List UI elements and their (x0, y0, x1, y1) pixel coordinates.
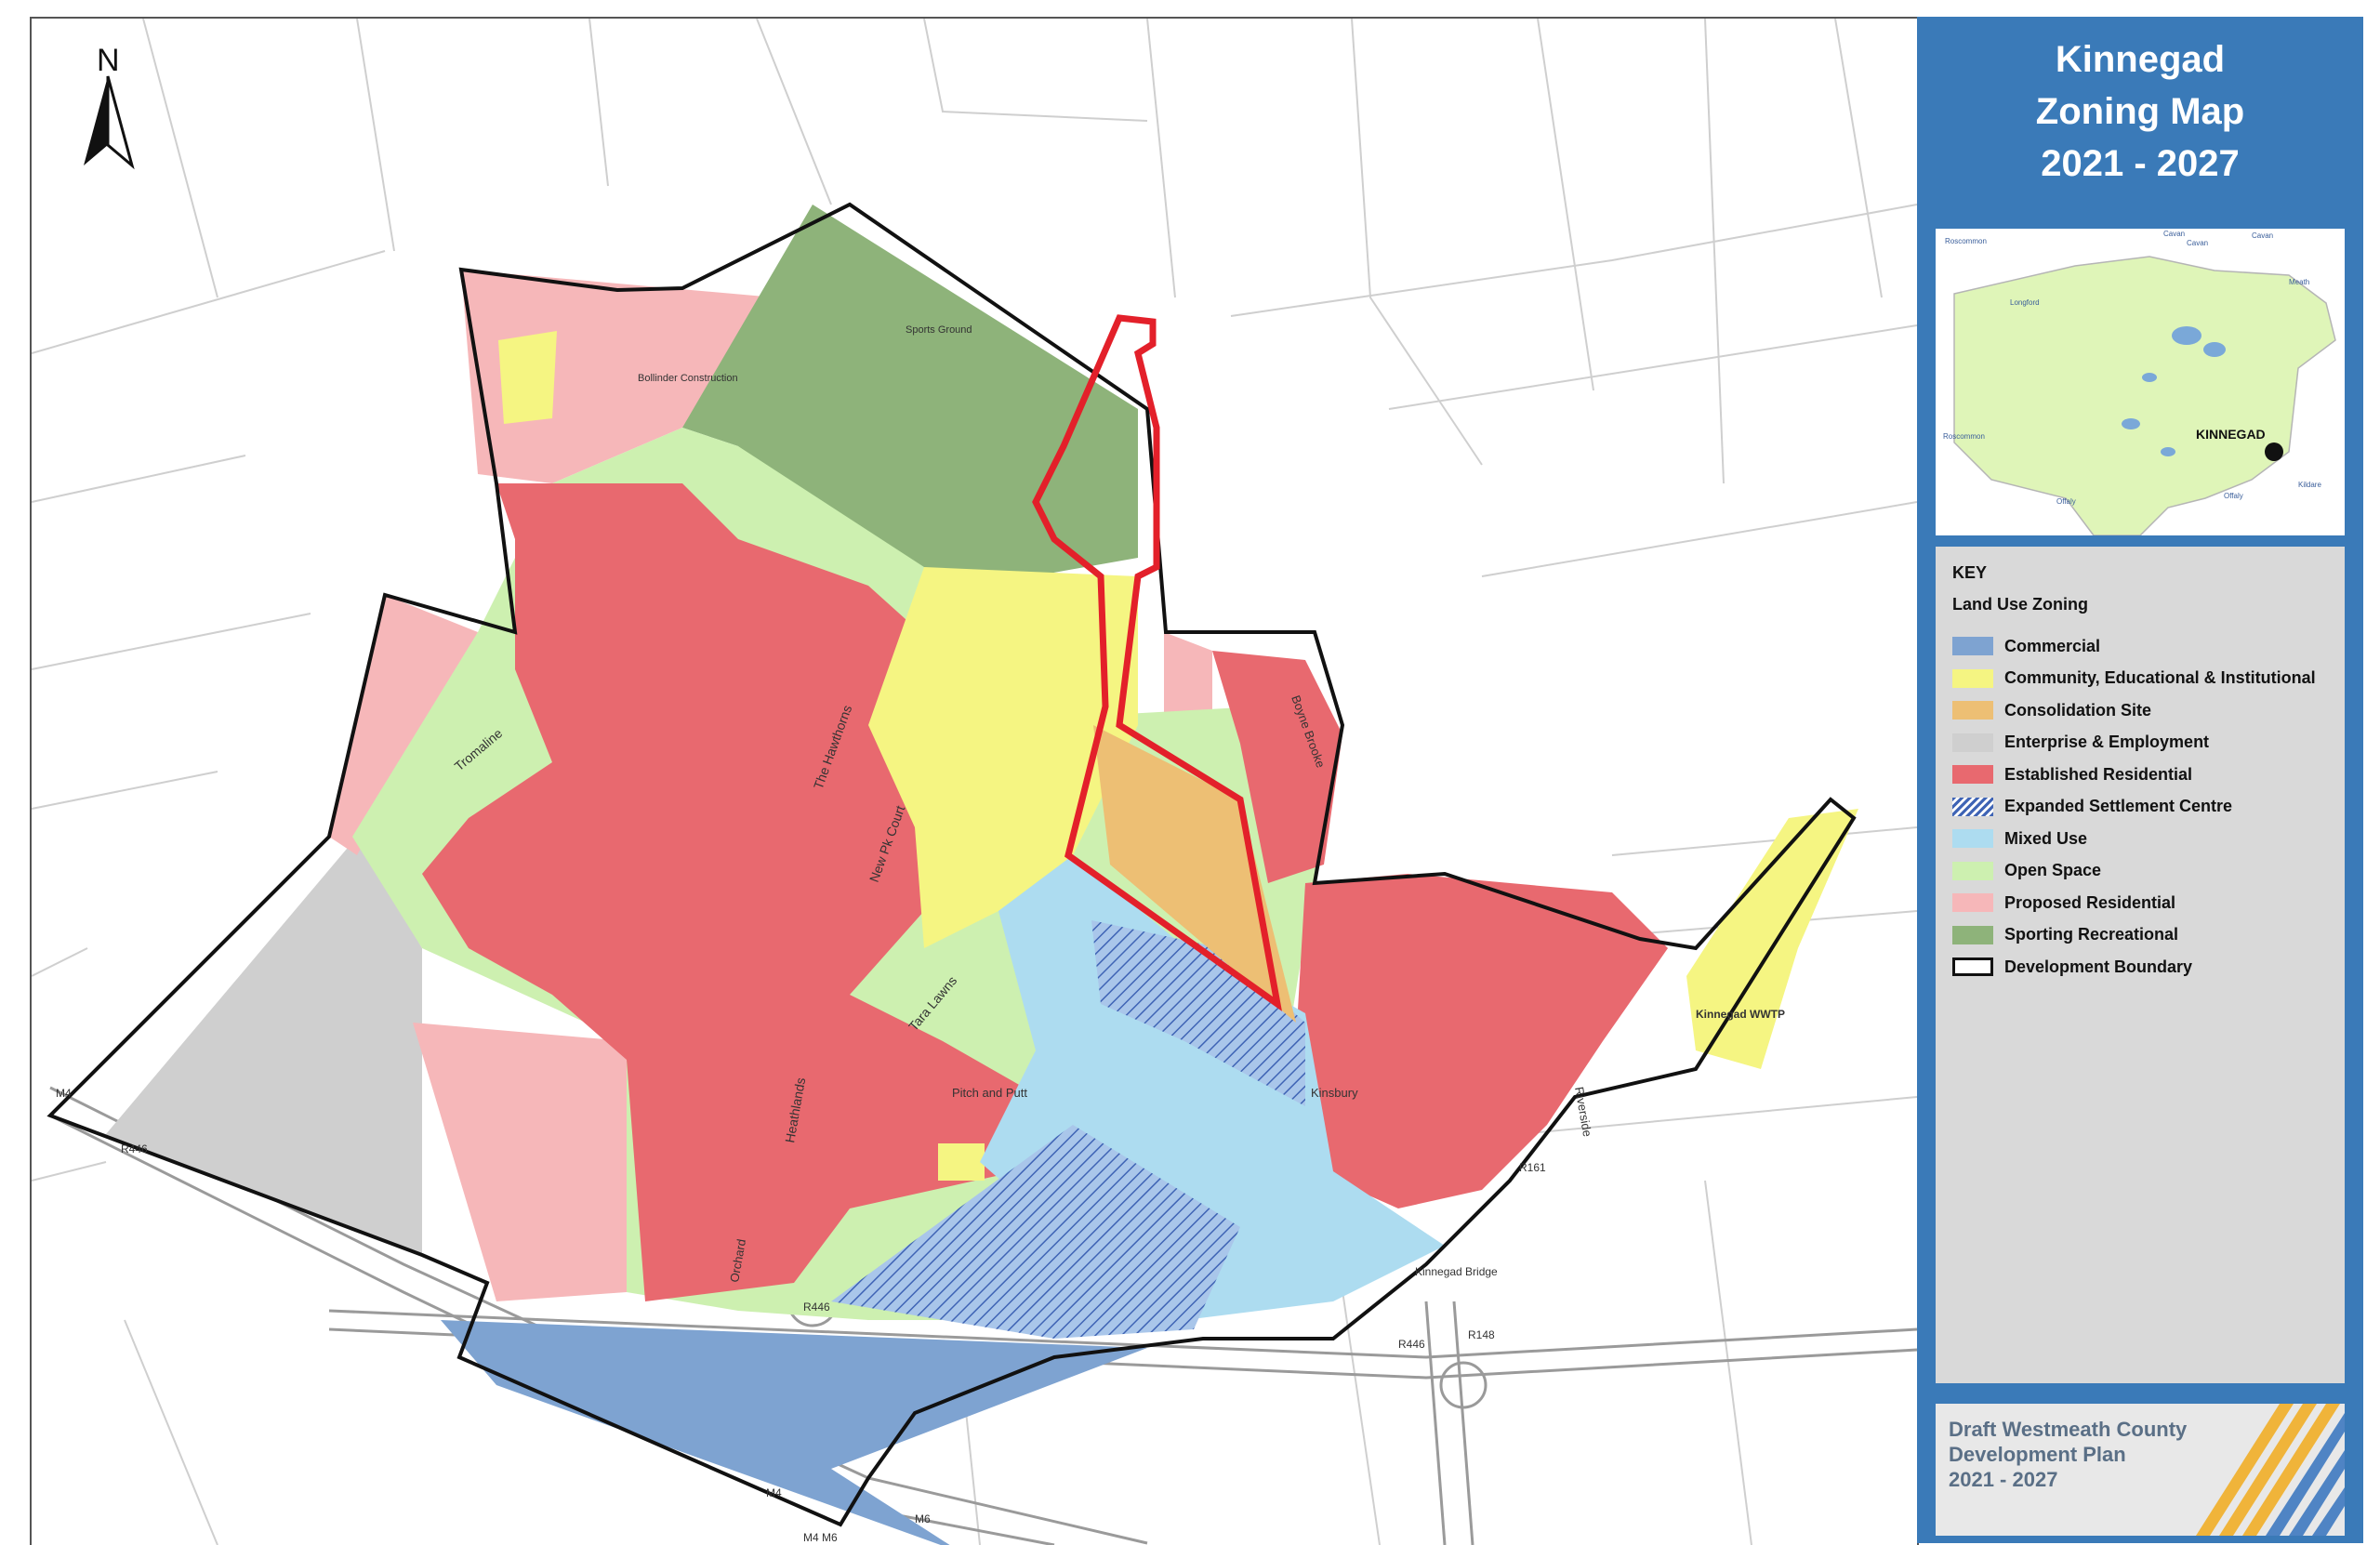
swatch-expanded-settlement (1952, 797, 1993, 816)
swatch-sporting (1952, 925, 1993, 944)
key-item-development-boundary[interactable]: Development Boundary (1952, 951, 2316, 984)
key-list: Commercial Community, Educational & Inst… (1952, 630, 2316, 984)
label-m6: M6 (915, 1512, 931, 1525)
swatch-mixed-use (1952, 829, 1993, 849)
zone-proposed-residential-sw[interactable] (413, 1023, 627, 1301)
label-r148: R148 (1468, 1328, 1495, 1341)
label-r161: R161 (1519, 1161, 1546, 1174)
swatch-consolidation (1952, 701, 1993, 720)
inset-map-canvas: KINNEGAD Roscommon Cavan Cavan Cavan Lon… (1936, 229, 2345, 536)
label-sports-ground: Sports Ground (906, 324, 972, 336)
inset-label-offaly2: Offaly (2224, 492, 2243, 500)
inset-town-label: KINNEGAD (2196, 427, 2266, 442)
inset-label-roscommon2: Roscommon (1943, 432, 1985, 441)
key-label: Commercial (2004, 636, 2101, 655)
label-m4-west: M4 (56, 1087, 72, 1100)
key-label: Sporting Recreational (2004, 925, 2179, 944)
key-label: Expanded Settlement Centre (2004, 797, 2233, 816)
title-line-2: Zoning Map (2035, 91, 2245, 132)
label-r446-west: R446 (803, 1301, 830, 1314)
key-subheading: Land Use Zoning (1952, 595, 2088, 614)
key-item-established-residential[interactable]: Established Residential (1952, 759, 2316, 791)
inset-town-marker (2265, 442, 2283, 461)
label-r446-mid: R446 (1398, 1338, 1425, 1351)
key-label: Community, Educational & Institutional (2004, 668, 2316, 688)
zoning-map[interactable]: Sports Ground Bollinder Construction Tro… (30, 17, 1919, 1545)
inset-label-longford: Longford (2010, 298, 2040, 307)
key-label: Enterprise & Employment (2004, 733, 2210, 752)
key-item-commercial[interactable]: Commercial (1952, 630, 2316, 663)
key-item-consolidation[interactable]: Consolidation Site (1952, 694, 2316, 727)
key-item-mixed-use[interactable]: Mixed Use (1952, 823, 2316, 855)
key-item-enterprise[interactable]: Enterprise & Employment (1952, 727, 2316, 759)
swatch-enterprise (1952, 733, 1993, 752)
inset-label-roscommon: Roscommon (1945, 237, 1987, 245)
swatch-community (1952, 668, 1993, 688)
map-canvas[interactable]: Sports Ground Bollinder Construction Tro… (32, 19, 1917, 1545)
title-line-3: 2021 - 2027 (2041, 143, 2240, 184)
swatch-established-residential (1952, 765, 1993, 785)
zone-enterprise-employment[interactable] (50, 837, 422, 1255)
north-arrow: N (80, 43, 145, 173)
key-item-sporting[interactable]: Sporting Recreational (1952, 919, 2316, 952)
plan-branding: Draft Westmeath County Development Plan … (1936, 1404, 2345, 1536)
inset-label-offaly: Offaly (2056, 497, 2076, 506)
label-m4-m6: M4 M6 (803, 1531, 838, 1544)
brand-stripes-graphic (2196, 1404, 2345, 1536)
inset-label-meath: Meath (2289, 278, 2309, 286)
swatch-open-space (1952, 861, 1993, 880)
zone-community-wwtp[interactable] (1686, 809, 1858, 1069)
key-item-expanded-settlement[interactable]: Expanded Settlement Centre (1952, 791, 2316, 824)
label-bollinder: Bollinder Construction (638, 373, 738, 384)
key-item-proposed-residential[interactable]: Proposed Residential (1952, 887, 2316, 919)
map-title: Kinnegad Zoning Map 2021 - 2027 (1917, 33, 2363, 190)
map-key: KEY Land Use Zoning Commercial Community… (1936, 547, 2345, 1383)
inset-label-kildare: Kildare (2298, 481, 2321, 489)
inset-label-cavan: Cavan (2163, 230, 2185, 238)
label-kinnegad-bridge: Kinnegad Bridge (1415, 1265, 1498, 1278)
north-arrow-icon (84, 75, 135, 170)
key-label: Proposed Residential (2004, 892, 2176, 912)
inset-label-cavan3: Cavan (2252, 231, 2273, 240)
key-item-community[interactable]: Community, Educational & Institutional (1952, 663, 2316, 695)
swatch-development-boundary (1952, 957, 1993, 977)
label-m4-south: M4 (766, 1486, 782, 1499)
zone-established-residential-east[interactable] (1296, 874, 1668, 1208)
inset-label-cavan2: Cavan (2187, 239, 2208, 247)
label-kinsbury: Kinsbury (1311, 1086, 1358, 1100)
key-label: Open Space (2004, 861, 2102, 880)
key-label: Mixed Use (2004, 828, 2088, 848)
label-kinnegad-wwtp: Kinnegad WWTP (1696, 1008, 1785, 1021)
zoning-polygons[interactable] (50, 205, 1858, 1545)
swatch-proposed-residential (1952, 893, 1993, 913)
key-heading: KEY (1952, 563, 1988, 582)
key-label: Development Boundary (2004, 957, 2193, 976)
legend-panel: Kinnegad Zoning Map 2021 - 2027 KINNEGAD… (1917, 17, 2363, 1543)
swatch-commercial (1952, 637, 1993, 656)
locator-inset-map: KINNEGAD Roscommon Cavan Cavan Cavan Lon… (1936, 229, 2345, 536)
key-item-open-space[interactable]: Open Space (1952, 855, 2316, 888)
zone-community-small2[interactable] (938, 1143, 985, 1181)
key-label: Established Residential (2004, 764, 2193, 784)
label-pitch-and-putt: Pitch and Putt (952, 1086, 1027, 1100)
title-line-1: Kinnegad (2055, 39, 2226, 80)
label-r446-east: R446 (121, 1142, 148, 1155)
key-label: Consolidation Site (2004, 700, 2152, 720)
zone-community-nw[interactable] (498, 331, 557, 424)
zone-commercial[interactable] (441, 1320, 1147, 1545)
